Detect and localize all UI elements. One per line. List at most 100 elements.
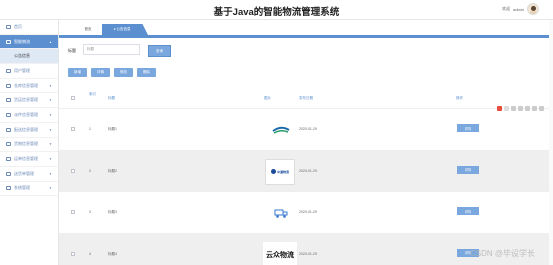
chevron-down-icon: ▼ (49, 171, 52, 176)
wrench-icon[interactable] (539, 106, 544, 111)
sidebar-item-goods[interactable]: 货物信息管理 ▼ (0, 138, 58, 153)
welcome-text: 欢迎 (502, 6, 511, 11)
avatar[interactable] (527, 3, 539, 15)
sidebar-item-freight[interactable]: 货运信息管理 ▼ (0, 93, 58, 109)
goods-icon (6, 142, 11, 147)
sidebar-item-system[interactable]: 系统管理 ▼ (0, 182, 58, 197)
tab-bar: 首页 ● 公告信息 (59, 20, 553, 35)
row-date: 2020-01-29 (299, 251, 317, 256)
row-title: 标题4 (108, 251, 117, 256)
sidebar-item-waybill[interactable]: 运单信息管理 ▼ (0, 152, 58, 167)
truck-icon (6, 98, 11, 103)
dispatch-icon (6, 112, 11, 117)
sidebar-item-delivery[interactable]: 配送信息管理 ▼ (0, 123, 58, 138)
detail-button[interactable]: 详情 (91, 68, 110, 77)
row-checkbox[interactable] (71, 251, 75, 256)
shirt-icon[interactable] (525, 106, 530, 111)
edit-button[interactable]: 修改 (114, 68, 133, 77)
chevron-down-icon: ▼ (49, 127, 52, 132)
logistics-logo-icon (272, 126, 290, 134)
watermark: CSDN @毕设学长 (470, 249, 536, 258)
sidebar-item-announcement[interactable]: 公告信息 (0, 49, 58, 65)
row-index: 3 (89, 210, 91, 214)
table-row[interactable]: 1 标题1 2020-01-29 详情 (59, 109, 553, 151)
floating-toolbar (497, 106, 544, 111)
row-detail-button[interactable]: 详情 (457, 124, 479, 132)
search-button[interactable]: 查询 (148, 45, 171, 57)
row-detail-button[interactable]: 详情 (457, 165, 479, 174)
sidebar-item-warehouse[interactable]: 仓库信息管理 ▼ (0, 79, 58, 94)
box-icon (6, 39, 11, 44)
mic-icon[interactable] (511, 106, 516, 111)
grid-icon[interactable] (532, 106, 537, 111)
translate-icon[interactable] (497, 106, 502, 111)
header-image[interactable]: 图片 (264, 96, 271, 101)
row-title: 标题1 (108, 127, 117, 131)
keyboard-icon[interactable] (518, 106, 523, 111)
row-index: 1 (89, 127, 91, 131)
sidebar-item-users[interactable]: 用户管理 (0, 64, 58, 79)
warehouse-icon (6, 83, 11, 88)
chevron-down-icon: ▼ (49, 142, 52, 147)
search-label: 标题 (68, 48, 76, 53)
header-title[interactable]: 标题 (108, 96, 115, 101)
row-image: 云众物流 (263, 241, 297, 265)
gear-icon (6, 186, 11, 191)
row-date: 2020-01-29 (299, 127, 317, 131)
zto-logo-icon (270, 169, 276, 174)
row-date: 2020-01-29 (299, 168, 317, 173)
row-image (267, 200, 295, 226)
sidebar-item-shipping-note[interactable]: 送货单管理 ▼ (0, 167, 58, 182)
row-title: 标题3 (108, 210, 117, 214)
row-date: 2020-01-29 (299, 210, 317, 214)
search-input[interactable]: 标题 (83, 44, 140, 55)
row-image (267, 117, 295, 143)
scrollbar[interactable] (549, 20, 553, 265)
chevron-down-icon: ▼ (49, 157, 52, 162)
delete-button[interactable]: 删除 (137, 68, 156, 77)
data-table: 索引 标题 图片 发布日期 操作 1 标题1 2020-01-29 详情 2 标… (59, 88, 553, 265)
row-title: 标题2 (108, 168, 117, 173)
row-detail-button[interactable]: 详情 (457, 207, 479, 215)
tab-home[interactable]: 首页 (73, 24, 103, 35)
app-title: 基于Java的智能物流管理系统 (213, 7, 340, 18)
row-checkbox[interactable] (71, 168, 75, 173)
header-index: 索引 (89, 92, 96, 96)
waybill-icon (6, 157, 11, 162)
logo-text: 云众物流 (266, 251, 294, 259)
chevron-down-icon: ▼ (49, 83, 52, 88)
sidebar-item-home[interactable]: 首页 (0, 20, 58, 35)
delivery-icon (6, 127, 11, 132)
tab-announcement[interactable]: ● 公告信息 (102, 24, 148, 35)
sidebar-item-smart-logistics[interactable]: 智能物流 ▲ (0, 34, 58, 50)
header-operation: 操作 (456, 96, 463, 100)
dot-icon[interactable] (504, 106, 509, 111)
sidebar-item-dispatch[interactable]: 派件信息管理 ▼ (0, 108, 58, 123)
sidebar: 首页 智能物流 ▲ 公告信息 用户管理 仓库信息管理 ▼ 货运信息管理 ▼ 派件信息管… (0, 20, 59, 265)
table-row[interactable]: 3 标题3 2020-01-29 详情 (59, 192, 553, 234)
chevron-down-icon: ▼ (49, 98, 52, 103)
row-checkbox[interactable] (71, 127, 75, 131)
tab-underline (59, 35, 553, 38)
row-image: 中通物流 (265, 158, 295, 185)
chevron-up-icon: ▲ (49, 39, 52, 44)
action-bar: 新增 详情 修改 删除 (68, 68, 156, 77)
chevron-down-icon: ▼ (49, 186, 52, 191)
header: 基于Java的智能物流管理系统 欢迎 admin (0, 0, 553, 20)
truck-logo-icon (274, 209, 288, 218)
table-row[interactable]: 2 标题2 中通物流 2020-01-29 详情 (59, 150, 553, 192)
row-index: 4 (89, 251, 91, 256)
table-header: 索引 标题 图片 发布日期 操作 (59, 88, 553, 109)
user-icon (6, 68, 11, 73)
row-checkbox[interactable] (71, 210, 75, 214)
header-date[interactable]: 发布日期 (299, 96, 313, 101)
select-all-checkbox[interactable] (71, 96, 75, 100)
user-area[interactable]: 欢迎 admin (502, 3, 539, 15)
add-button[interactable]: 新增 (68, 68, 87, 77)
note-icon (6, 171, 11, 176)
home-icon (6, 24, 11, 29)
username: admin (513, 6, 524, 12)
row-index: 2 (89, 168, 91, 173)
chevron-down-icon: ▼ (49, 112, 52, 117)
logo-text: 中通物流 (276, 169, 289, 174)
